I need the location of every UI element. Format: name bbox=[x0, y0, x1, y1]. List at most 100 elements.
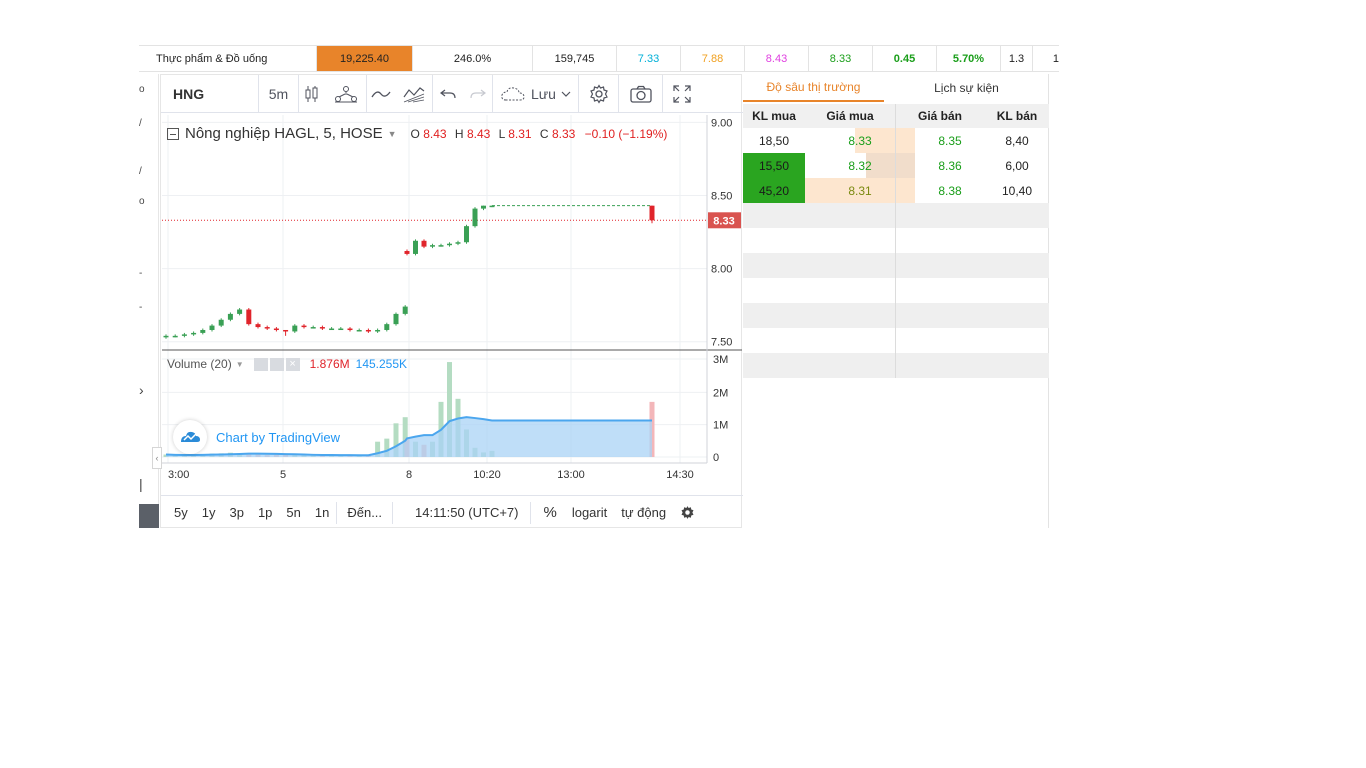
ceiling-price: 8.43 bbox=[745, 46, 809, 71]
percent-scale-toggle[interactable]: % bbox=[531, 496, 564, 529]
depth-row[interactable]: 15,50 8.32 8.36 6,00 bbox=[743, 153, 1049, 178]
candle-up bbox=[329, 328, 335, 331]
collapse-left-icon[interactable]: ‹ bbox=[152, 447, 162, 469]
candle-up bbox=[338, 328, 344, 331]
line-style-icon[interactable] bbox=[367, 75, 395, 113]
bid-volume: 15,50 bbox=[743, 153, 805, 178]
candle-down bbox=[347, 328, 353, 331]
tool-glyph[interactable]: o bbox=[139, 196, 159, 207]
depth-row[interactable]: 18,50 8.33 8.35 8,40 bbox=[743, 128, 1049, 153]
range-5n[interactable]: 5n bbox=[279, 496, 307, 529]
change-value: −0.10 (−1.19%) bbox=[584, 126, 668, 141]
timezone-clock[interactable]: 14:11:50 (UTC+7) bbox=[393, 496, 530, 529]
price-tick-label: 9.00 bbox=[711, 117, 732, 129]
sector-name[interactable]: Thực phẩm & Đồ uống bbox=[139, 46, 317, 71]
range-3p[interactable]: 3p bbox=[222, 496, 250, 529]
tool-glyph[interactable]: - bbox=[139, 302, 159, 313]
range-1y[interactable]: 1y bbox=[195, 496, 223, 529]
settings-icon[interactable] bbox=[269, 357, 284, 371]
bid-price-cell: 8.32 bbox=[805, 153, 915, 178]
tool-glyph[interactable]: o bbox=[139, 84, 159, 95]
undo-icon[interactable] bbox=[433, 75, 463, 113]
volume-ma-value: 145.255K bbox=[355, 357, 408, 371]
depth-divider bbox=[895, 104, 896, 378]
tradingview-watermark[interactable]: Chart by TradingView bbox=[173, 420, 340, 454]
ask-price: 8.36 bbox=[938, 158, 962, 173]
symbol-search[interactable]: HNG bbox=[161, 74, 259, 113]
gear-icon[interactable] bbox=[579, 74, 619, 113]
camera-icon[interactable] bbox=[619, 74, 663, 113]
candle-up bbox=[472, 208, 478, 227]
last-price: 8.33 bbox=[809, 46, 873, 71]
tab-event-calendar[interactable]: Lịch sự kiện bbox=[884, 74, 1049, 102]
floor-price: 7.33 bbox=[617, 46, 681, 71]
candle-up bbox=[237, 309, 243, 314]
volume-title[interactable]: Volume (20) bbox=[167, 357, 232, 371]
close-icon[interactable]: × bbox=[285, 357, 300, 371]
candle-up bbox=[489, 205, 495, 208]
range-1p[interactable]: 1p bbox=[251, 496, 279, 529]
header-ask-volume: KL bán bbox=[996, 109, 1038, 123]
volume-menu-icon[interactable]: ▼ bbox=[236, 360, 244, 369]
candles-icon[interactable] bbox=[299, 75, 325, 113]
eye-icon[interactable] bbox=[253, 357, 268, 371]
candle-down bbox=[319, 327, 325, 329]
depth-row[interactable]: 45,20 8.31 8.38 10,40 bbox=[743, 178, 1049, 203]
range-5y[interactable]: 5y bbox=[167, 496, 195, 529]
range-1n[interactable]: 1n bbox=[308, 496, 336, 529]
goto-date-button[interactable]: Đến... bbox=[337, 496, 392, 529]
depth-header-row: KL mua Giá mua Giá bán KL bán bbox=[743, 104, 1049, 128]
tool-glyph[interactable]: - bbox=[139, 268, 159, 279]
indicators-icon[interactable] bbox=[325, 74, 367, 113]
chart-grid bbox=[162, 115, 707, 463]
price-tick-label: 7.50 bbox=[711, 337, 732, 349]
redo-icon[interactable] bbox=[463, 74, 493, 113]
tab-market-depth[interactable]: Độ sâu thị trường bbox=[743, 74, 884, 102]
tool-glyph[interactable]: / bbox=[139, 166, 159, 177]
candle-up bbox=[191, 332, 197, 335]
chart-toolbar: HNG 5m Lưu bbox=[161, 74, 743, 113]
candle-up bbox=[430, 245, 435, 247]
time-tick-label: 14:30 bbox=[666, 469, 694, 481]
bid-price: 8.33 bbox=[848, 133, 872, 148]
candle-up bbox=[172, 335, 178, 338]
candle-up bbox=[292, 325, 298, 332]
log-scale-toggle[interactable]: logarit bbox=[565, 496, 614, 529]
main-legend: Nông nghiệp HAGL, 5, HOSE ▼ O 8.43 H 8.4… bbox=[167, 125, 667, 142]
auto-scale-toggle[interactable]: tự động bbox=[614, 496, 673, 529]
chart-settings-gear-icon[interactable] bbox=[673, 496, 702, 529]
save-button[interactable]: Lưu bbox=[493, 74, 579, 113]
candle-down bbox=[246, 309, 252, 325]
price-tick-label: 8.50 bbox=[711, 190, 732, 202]
candle-up bbox=[447, 243, 452, 246]
open-value: 8.43 bbox=[423, 126, 447, 141]
bid-price-cell: 8.31 bbox=[805, 178, 915, 203]
watermark-text: Chart by TradingView bbox=[216, 429, 341, 445]
candle-down bbox=[283, 329, 289, 332]
candle-up bbox=[455, 242, 461, 244]
bid-price: 8.32 bbox=[848, 158, 872, 173]
high-value: 8.43 bbox=[466, 126, 491, 141]
tool-glyph[interactable]: / bbox=[139, 118, 159, 129]
sector-percent: 246.0% bbox=[413, 46, 533, 71]
fullscreen-icon[interactable] bbox=[663, 75, 701, 113]
series-title[interactable]: Nông nghiệp HAGL, 5, HOSE bbox=[185, 125, 383, 142]
sector-index-value: 19,225.40 bbox=[317, 46, 413, 71]
tool-glyph[interactable]: | bbox=[139, 476, 159, 492]
compare-icon[interactable] bbox=[395, 74, 433, 113]
interval-button[interactable]: 5m bbox=[259, 74, 299, 113]
candle-up bbox=[464, 226, 469, 243]
expand-toolbar-icon[interactable]: › bbox=[139, 382, 159, 398]
toolbar-bottom-block bbox=[139, 504, 159, 528]
header-bid-volume: KL mua bbox=[752, 109, 796, 123]
volume-tick-label: 1M bbox=[713, 420, 728, 432]
candle-down bbox=[255, 324, 261, 328]
cloud-icon bbox=[501, 86, 525, 100]
ask-price: 8.35 bbox=[938, 133, 962, 148]
empty-row bbox=[743, 303, 1049, 328]
collapse-legend-icon[interactable] bbox=[167, 127, 179, 140]
empty-row bbox=[743, 203, 1049, 228]
bid-price: 8.31 bbox=[848, 183, 872, 198]
legend-menu-icon[interactable]: ▼ bbox=[388, 129, 397, 139]
candle-up bbox=[181, 334, 187, 336]
